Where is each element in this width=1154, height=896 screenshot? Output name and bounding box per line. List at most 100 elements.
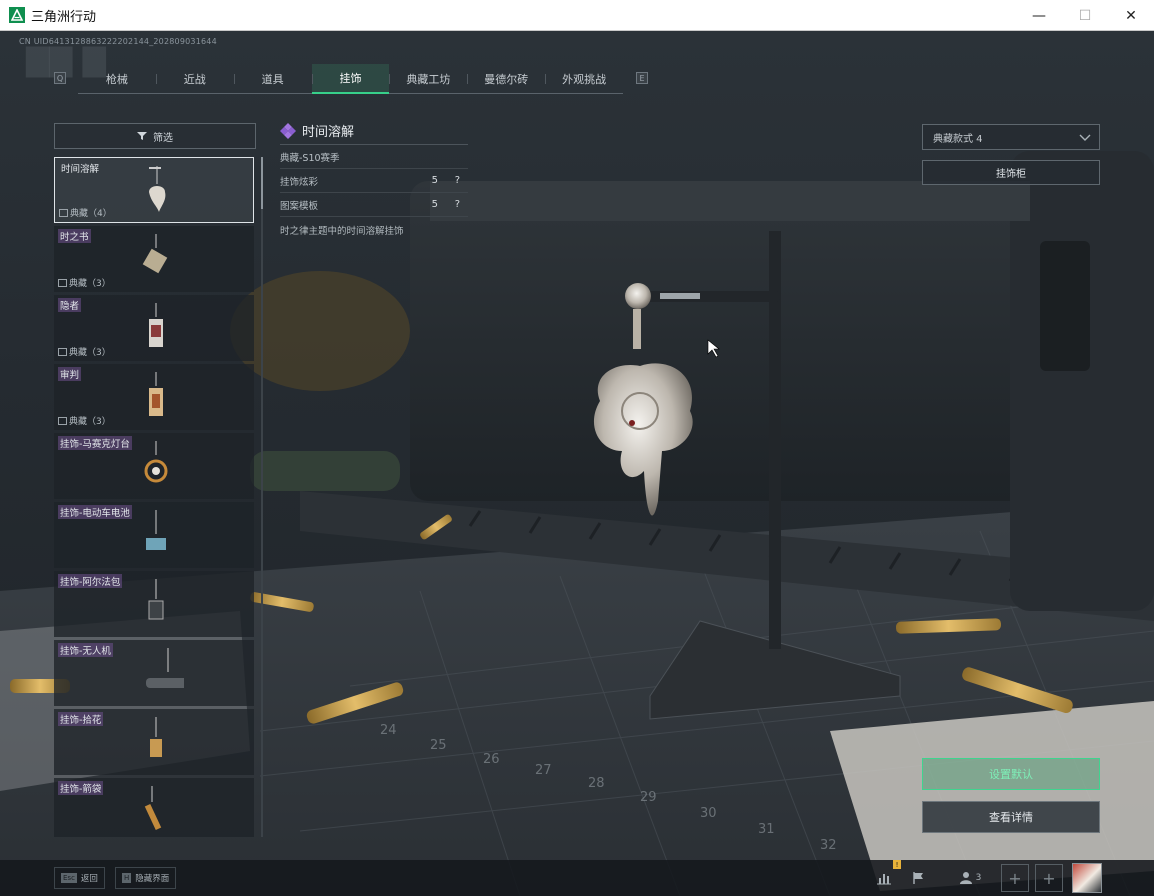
list-item[interactable]: 时间溶解 典藏（4） (54, 157, 254, 223)
pattern-template-count: 5 (431, 199, 438, 210)
team-slot-1[interactable]: + (1001, 864, 1029, 892)
item-name: 挂饰-阿尔法包 (58, 574, 123, 588)
item-name: 时之书 (58, 229, 91, 243)
filter-icon (137, 132, 147, 140)
list-item[interactable]: 挂饰-无人机 (54, 640, 254, 706)
charm-info-panel: 时间溶解 典藏-S10赛季 挂饰炫彩 5 ? 图案模板 5 ? 时之律主题中的时… (280, 117, 468, 237)
minimize-button[interactable]: — (1016, 0, 1062, 31)
item-name: 挂饰-电动车电池 (58, 505, 132, 519)
item-rarity: 典藏（3） (58, 276, 111, 289)
charm-thumbnail (144, 441, 168, 483)
window-titlebar: 三角洲行动 — ☐ ✕ (0, 0, 1154, 31)
plus-icon: + (1042, 868, 1056, 888)
item-name: 挂饰-马赛克灯台 (58, 436, 132, 450)
svg-text:26: 26 (483, 752, 500, 767)
item-name: 时间溶解 (61, 164, 100, 175)
charm-thumbnail (146, 648, 184, 688)
tab-charms[interactable]: 挂饰 (311, 64, 390, 94)
style-dropdown-value: 典藏款式 4 (933, 133, 983, 145)
tab-collection-workshop[interactable]: 典藏工坊 (389, 64, 467, 94)
season-label: 典藏-S10赛季 (280, 152, 340, 164)
charm-thumbnail (149, 372, 163, 416)
bottom-bar: Esc 返回 H 隐藏界面 ! 3 + + (0, 860, 1154, 896)
item-name: 挂饰-拾花 (58, 712, 104, 726)
item-name: 挂饰-箭袋 (58, 781, 104, 795)
style-dropdown[interactable]: 典藏款式 4 (922, 124, 1100, 150)
back-button[interactable]: Esc 返回 (54, 867, 105, 889)
chevron-down-icon (1079, 134, 1091, 141)
item-rarity-label: 典藏（3） (69, 279, 111, 289)
window-title: 三角洲行动 (31, 9, 97, 25)
season-row: 典藏-S10赛季 (280, 145, 468, 169)
set-default-button[interactable]: 设置默认 (922, 758, 1100, 790)
hide-ui-button[interactable]: H 隐藏界面 (115, 867, 177, 889)
diamond-icon (280, 122, 296, 139)
flag-icon[interactable] (906, 865, 932, 891)
tab-items[interactable]: 道具 (233, 64, 312, 94)
filter-button[interactable]: 筛选 (54, 123, 256, 149)
charm-cabinet-button[interactable]: 挂饰柜 (922, 160, 1100, 185)
team-slot-2[interactable]: + (1035, 864, 1063, 892)
tab-right-key-hint[interactable]: E (636, 72, 648, 84)
image-icon (58, 416, 67, 425)
list-scrollbar[interactable] (261, 157, 263, 837)
tab-left-key-hint[interactable]: Q (54, 72, 66, 84)
list-item[interactable]: 挂饰-拾花 (54, 709, 254, 775)
game-scene: 24 25 26 27 28 29 30 31 32 CN UID6413128… (0, 31, 1154, 896)
svg-text:24: 24 (380, 723, 397, 738)
item-rarity-label: 典藏（4） (70, 209, 112, 219)
list-item[interactable]: 审判 典藏（3） (54, 364, 254, 430)
tab-firearms[interactable]: 枪械 (78, 64, 156, 94)
tab-mandel-brick[interactable]: 曼德尔砖 (467, 64, 545, 94)
item-name: 挂饰-无人机 (58, 643, 113, 657)
friends-icon (959, 872, 972, 884)
charm-thumbnail (142, 234, 168, 274)
pattern-template-label: 图案模板 (280, 200, 319, 212)
hide-label: 隐藏界面 (135, 874, 170, 884)
back-key: Esc (61, 873, 77, 883)
list-item[interactable]: 挂饰-阿尔法包 (54, 571, 254, 637)
close-button[interactable]: ✕ (1108, 0, 1154, 31)
svg-text:29: 29 (640, 790, 657, 805)
view-details-button[interactable]: 查看详情 (922, 801, 1100, 833)
list-item[interactable]: 时之书 典藏（3） (54, 226, 254, 292)
maximize-button[interactable]: ☐ (1062, 0, 1108, 31)
pattern-template-row: 图案模板 5 ? (280, 193, 468, 217)
svg-text:25: 25 (430, 738, 447, 753)
svg-text:28: 28 (588, 776, 605, 791)
charm-thumbnail (149, 166, 166, 212)
color-variant-count: 5 (431, 175, 438, 186)
item-name: 审判 (58, 367, 82, 381)
list-item[interactable]: 挂饰-箭袋 (54, 778, 254, 837)
list-item[interactable]: 挂饰-电动车电池 (54, 502, 254, 568)
list-item[interactable]: 挂饰-马赛克灯台 (54, 433, 254, 499)
charm-title: 时间溶解 (280, 117, 468, 145)
tab-melee[interactable]: 近战 (155, 64, 234, 94)
item-rarity-label: 典藏（3） (69, 417, 111, 427)
avatar[interactable] (1072, 863, 1102, 893)
tab-appearance-challenge[interactable]: 外观挑战 (545, 64, 623, 94)
plus-icon: + (1008, 868, 1022, 888)
help-icon[interactable]: ? (455, 199, 460, 210)
charm-thumbnail (144, 786, 162, 831)
item-rarity-label: 典藏（3） (69, 348, 111, 358)
charm-description: 时之律主题中的时间溶解挂饰 (280, 226, 404, 237)
friends-button[interactable]: 3 (950, 865, 990, 891)
category-tabbar: Q 枪械 近战 道具 挂饰 典藏工坊 曼德尔砖 外观挑战 E (54, 64, 654, 94)
item-rarity: 典藏（4） (59, 206, 112, 219)
svg-text:30: 30 (700, 806, 717, 821)
item-rarity: 典藏（3） (58, 345, 111, 358)
help-icon[interactable]: ? (455, 175, 460, 186)
svg-text:32: 32 (820, 838, 837, 853)
color-variant-label: 挂饰炫彩 (280, 176, 319, 188)
scrollbar-thumb[interactable] (261, 157, 263, 209)
list-item[interactable]: 隐者 典藏（3） (54, 295, 254, 361)
charm-list: 时间溶解 典藏（4） 时之书 典藏（3） 隐者 典藏（3） 审判 典藏（3） 挂… (54, 157, 256, 837)
image-icon (58, 278, 67, 287)
app-logo-icon (9, 7, 25, 23)
svg-text:31: 31 (758, 822, 775, 837)
hide-key: H (122, 873, 132, 883)
charm-title-text: 时间溶解 (302, 125, 355, 140)
svg-text:27: 27 (535, 763, 552, 778)
friends-count: 3 (975, 873, 982, 883)
